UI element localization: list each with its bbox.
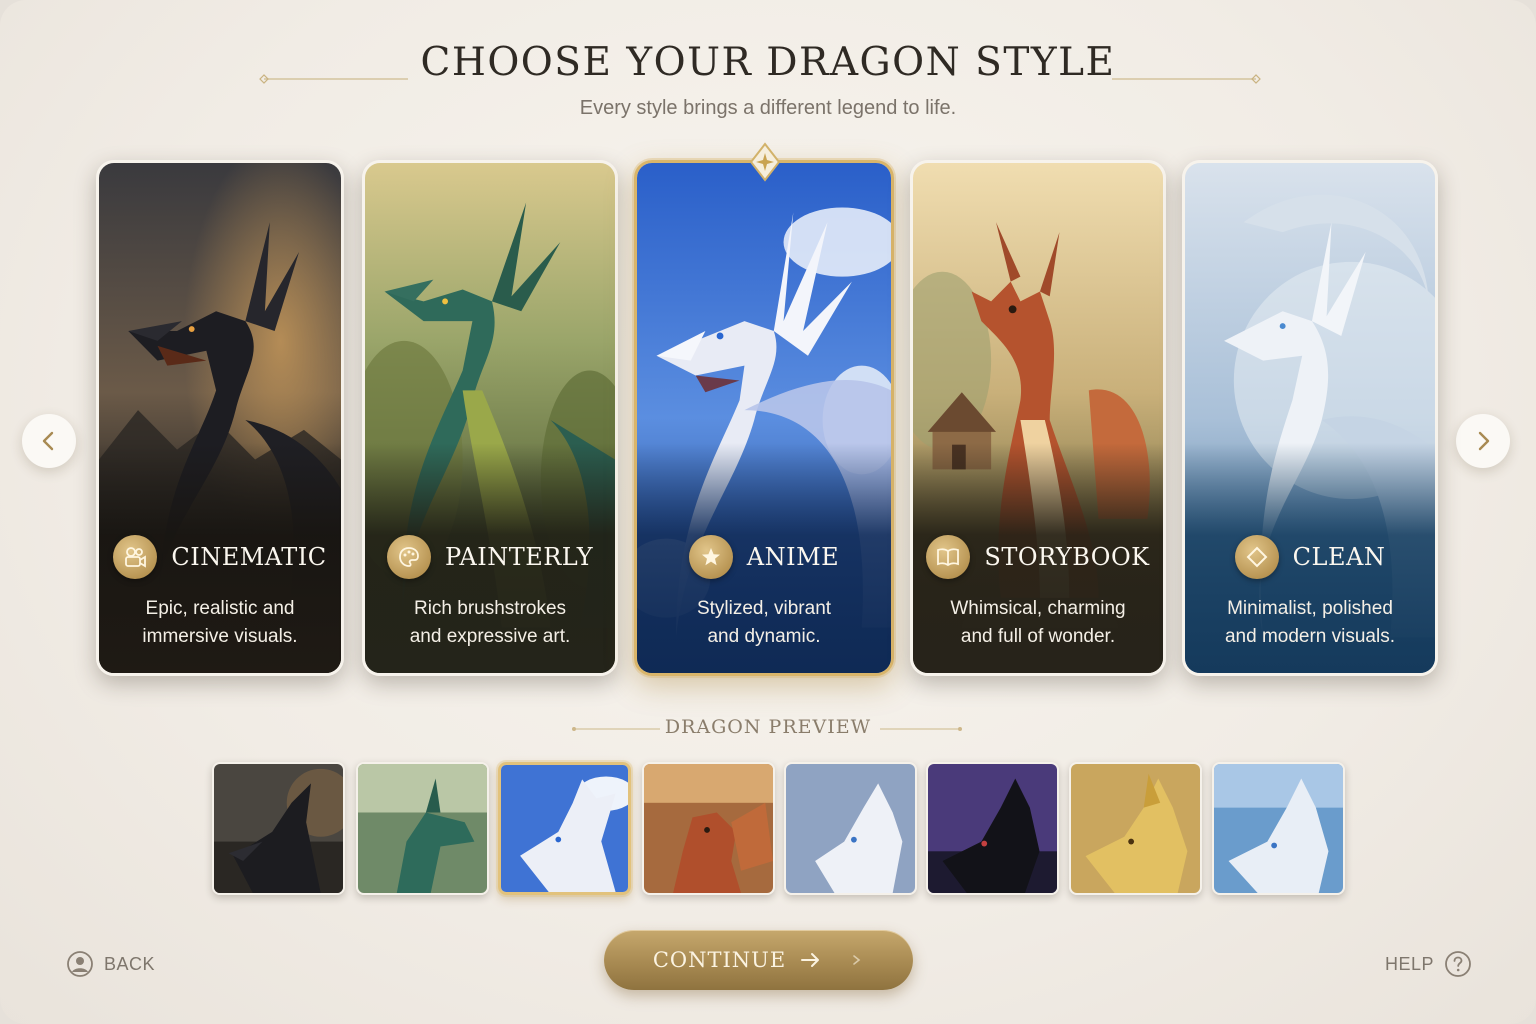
style-card-cinematic[interactable]: CINEMATIC Epic, realistic and immersive …: [96, 160, 344, 676]
card-description-line: Stylized, vibrant: [696, 598, 832, 619]
card-title: STORYBOOK: [984, 543, 1150, 571]
card-description-line: and dynamic.: [707, 626, 821, 647]
page-subtitle: Every style brings a different legend to…: [579, 97, 957, 119]
style-card-anime[interactable]: ANIME Stylized, vibrant and dynamic.: [634, 160, 894, 676]
preview-thumbnail-gold-dragon[interactable]: [1069, 762, 1202, 895]
dark-dragon-thumbnail: [214, 764, 343, 893]
back-label: BACK: [104, 953, 156, 974]
preview-thumbnail-dark-dragon[interactable]: [212, 762, 345, 895]
white-anime-dragon-thumbnail: [501, 765, 628, 892]
preview-thumbnail-green-dragon[interactable]: [356, 762, 489, 895]
card-description: Rich brushstrokes and expressive art.: [365, 595, 615, 651]
title-ornament-right: [1112, 72, 1264, 86]
palette-icon: [386, 535, 431, 579]
previous-style-button[interactable]: [22, 414, 76, 468]
red-dragon-thumbnail: [644, 764, 773, 893]
pale-dragon-thumbnail: [786, 764, 915, 893]
card-description-line: Epic, realistic and: [145, 598, 295, 619]
preview-thumbnail-red-dragon[interactable]: [642, 762, 775, 895]
preview-ornament-right: [880, 722, 964, 736]
camera-icon: [113, 535, 158, 579]
question-circle-icon: [1445, 951, 1471, 977]
card-description: Epic, realistic and immersive visuals.: [99, 595, 341, 651]
style-card-clean[interactable]: CLEAN Minimalist, polished and modern vi…: [1182, 160, 1438, 676]
card-description-line: Whimsical, charming: [950, 598, 1126, 619]
gold-dragon-thumbnail: [1071, 764, 1200, 893]
green-dragon-thumbnail: [358, 764, 487, 893]
card-title: PAINTERLY: [444, 543, 594, 571]
continue-label: CONTINUE: [652, 948, 787, 972]
blue-white-dragon-thumbnail: [1214, 764, 1343, 893]
chevron-right-icon: [1478, 431, 1490, 451]
card-header: ANIME: [637, 535, 891, 579]
continue-button[interactable]: CONTINUE: [604, 930, 913, 990]
card-header: STORYBOOK: [913, 535, 1163, 579]
diamond-icon: [1234, 535, 1279, 579]
card-description: Stylized, vibrant and dynamic.: [637, 595, 891, 651]
chevron-right-small-icon: [853, 955, 861, 965]
card-title: CINEMATIC: [171, 543, 327, 571]
selected-indicator-icon: [749, 142, 781, 182]
style-card-storybook[interactable]: STORYBOOK Whimsical, charming and full o…: [910, 160, 1166, 676]
card-title: CLEAN: [1292, 543, 1386, 571]
page-title: CHOOSE YOUR DRAGON STYLE: [420, 40, 1116, 85]
black-purple-dragon-thumbnail: [928, 764, 1057, 893]
book-icon: [926, 535, 971, 579]
card-header: PAINTERLY: [365, 535, 615, 579]
style-card-painterly[interactable]: PAINTERLY Rich brushstrokes and expressi…: [362, 160, 618, 676]
help-label: HELP: [1385, 953, 1435, 974]
card-description-line: immersive visuals.: [142, 626, 298, 647]
preview-thumbnail-black-purple-dragon[interactable]: [926, 762, 1059, 895]
card-title: ANIME: [746, 543, 840, 571]
card-description: Minimalist, polished and modern visuals.: [1185, 595, 1435, 651]
help-button[interactable]: HELP: [1385, 950, 1472, 978]
star-icon: [688, 535, 733, 579]
card-description: Whimsical, charming and full of wonder.: [913, 595, 1163, 651]
card-description-line: and expressive art.: [409, 626, 571, 647]
card-description-line: and full of wonder.: [960, 626, 1116, 647]
back-icon: [67, 951, 93, 977]
card-header: CLEAN: [1185, 535, 1435, 579]
preview-thumbnail-pale-dragon[interactable]: [784, 762, 917, 895]
back-button[interactable]: BACK: [66, 950, 155, 978]
preview-thumbnail-blue-white-dragon[interactable]: [1212, 762, 1345, 895]
chevron-left-icon: [42, 431, 54, 451]
next-style-button[interactable]: [1456, 414, 1510, 468]
card-description-line: Minimalist, polished: [1227, 598, 1393, 619]
card-header: CINEMATIC: [99, 535, 341, 579]
card-description-line: Rich brushstrokes: [413, 598, 567, 619]
preview-section-label: DRAGON PREVIEW: [664, 716, 872, 738]
card-description-line: and modern visuals.: [1224, 626, 1396, 647]
style-selection-screen: CHOOSE YOUR DRAGON STYLE Every style bri…: [0, 0, 1536, 1024]
arrow-right-icon: [801, 953, 820, 967]
preview-thumbnail-white-anime-dragon[interactable]: [498, 762, 631, 895]
